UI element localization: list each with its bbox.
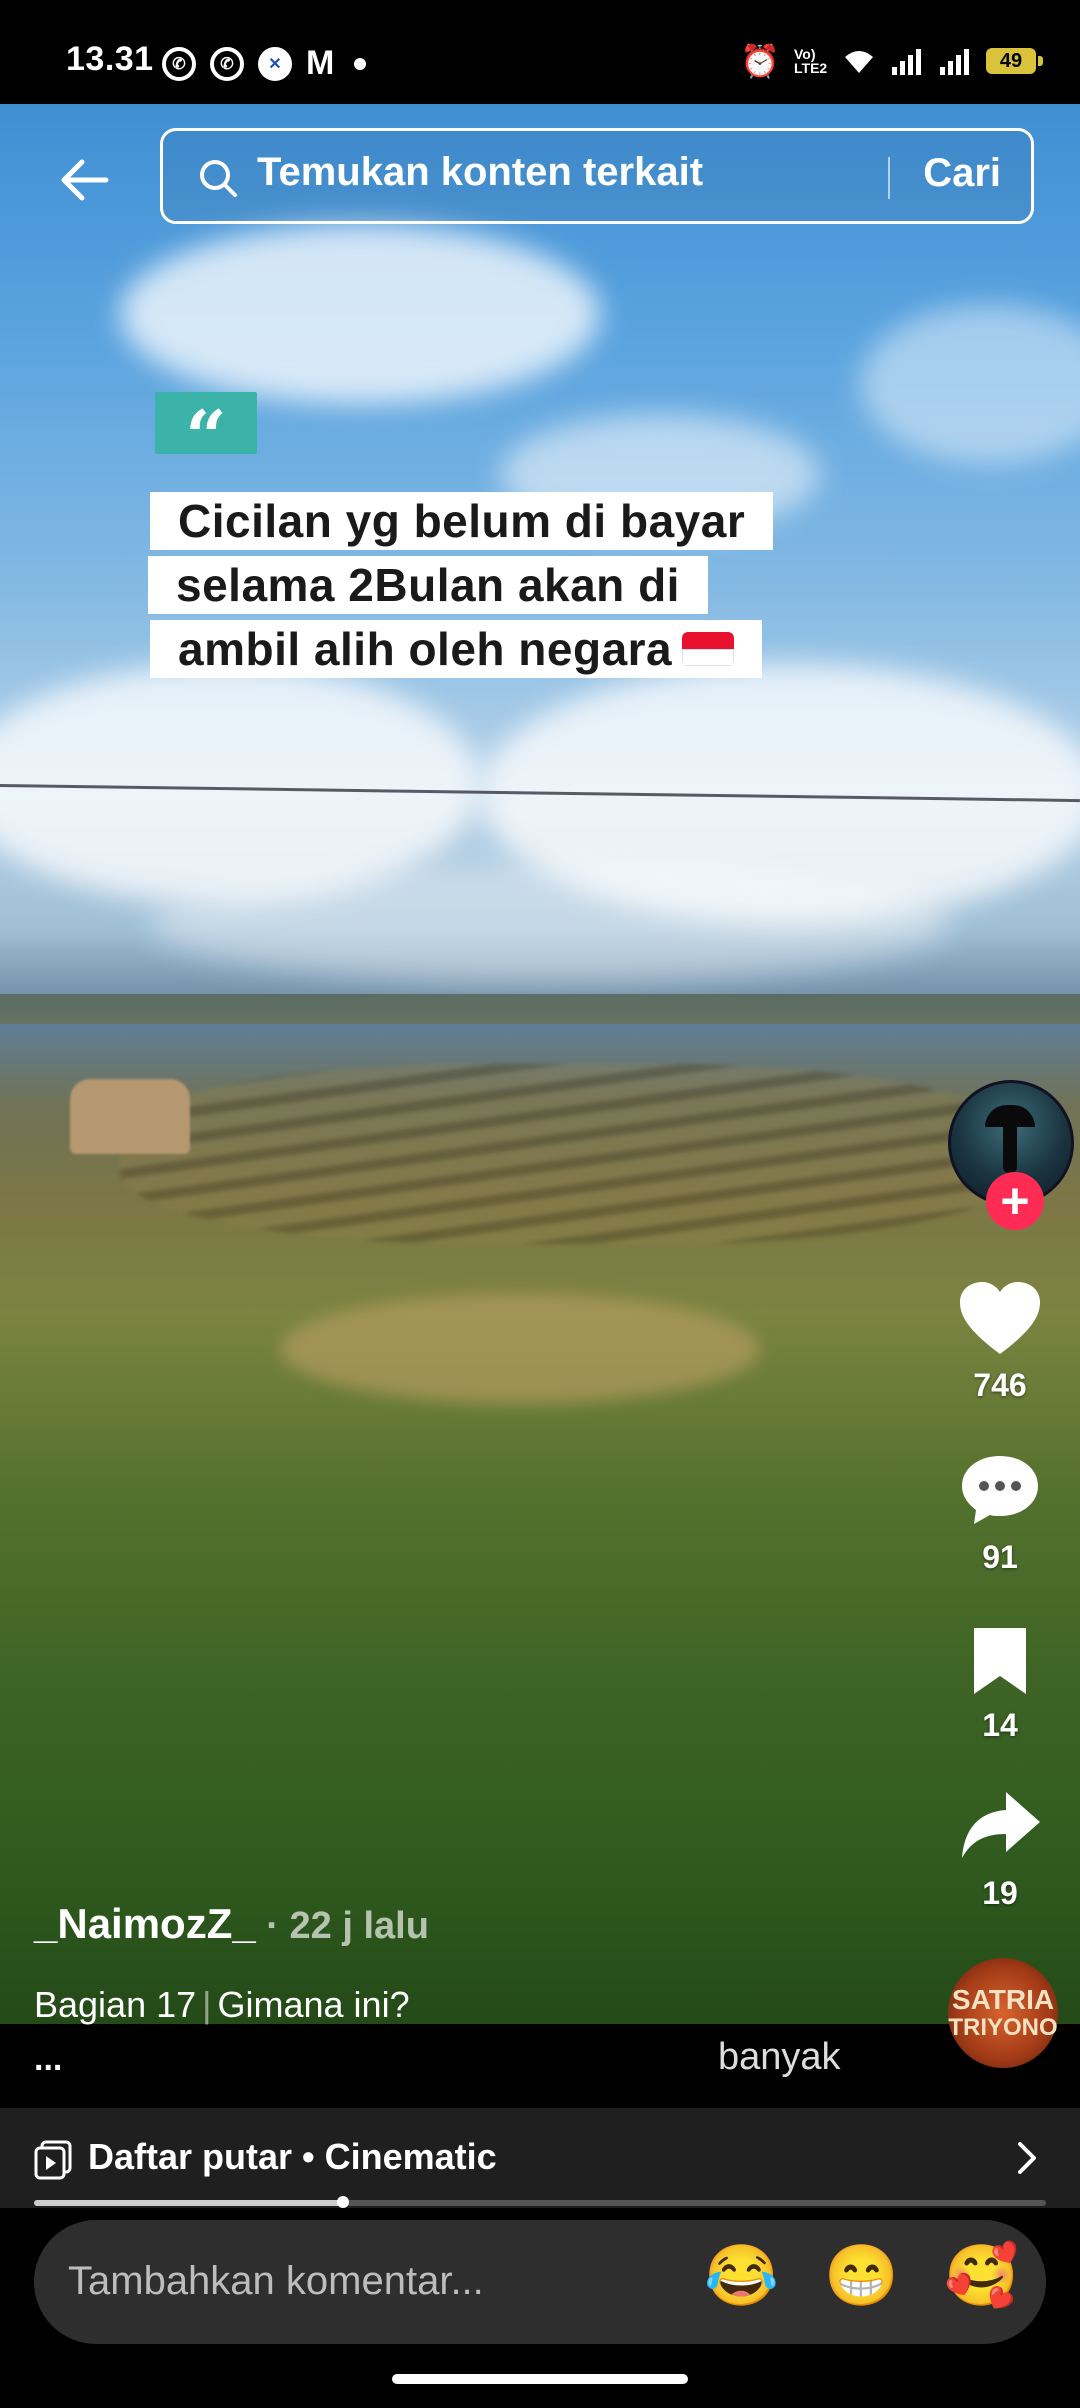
comment-icon [962, 1456, 1038, 1524]
top-bar: Cari [0, 104, 1080, 254]
description-separator: | [202, 1984, 212, 2025]
post-time: · 22 j lalu [255, 1905, 429, 1947]
quote-badge: “ [155, 392, 257, 473]
quote-mark: “ [185, 394, 227, 479]
app-notification-icon: ✕ [258, 46, 292, 81]
chevron-right-icon [1018, 2142, 1036, 2174]
description-strip [0, 2024, 1080, 2108]
post-description[interactable]: Bagian 17 | Gimana ini? [34, 1984, 410, 2026]
alarm-icon: ⏰ [740, 43, 780, 79]
comment-input[interactable] [66, 2258, 670, 2305]
search-icon [200, 160, 237, 197]
heart-icon [960, 1282, 1040, 1354]
save-button[interactable]: 14 [920, 1624, 1080, 1744]
post-meta: _NaimozZ_ · 22 j lalu [34, 1900, 429, 1948]
like-count: 746 [973, 1367, 1027, 1403]
music-disc-line-1: SATRIA [951, 1984, 1055, 2015]
progress-fill [34, 2200, 343, 2206]
more-ellipsis[interactable]: ... [34, 2040, 62, 2079]
playlist-bar[interactable]: Daftar putar • Cinematic [0, 2108, 1080, 2210]
follow-plus-button[interactable]: + [986, 1172, 1044, 1230]
share-arrow-icon [962, 1792, 1040, 1858]
home-indicator[interactable] [392, 2374, 688, 2384]
more-notifications-dot [354, 57, 367, 70]
subtitle-word: banyak [718, 2036, 841, 2078]
status-time: 13.31 [66, 40, 154, 78]
comment-button[interactable]: 91 [920, 1452, 1080, 1576]
status-bar: 13.31 ✆ ✆ ✕ M ⏰ Vo) LTE2 49 [0, 0, 1080, 104]
share-button[interactable]: 19 [920, 1788, 1080, 1912]
back-arrow-icon[interactable] [56, 152, 112, 208]
music-disc-line-2: TRIYONO [948, 2014, 1058, 2041]
emoji-grin-button[interactable]: 😁 [824, 2246, 899, 2306]
emoji-hearts-button[interactable]: 🥰 [944, 2246, 1019, 2306]
comment-count: 91 [982, 1539, 1018, 1575]
playlist-label: Daftar putar • Cinematic [88, 2136, 497, 2177]
battery-indicator: 49 [986, 48, 1043, 74]
caption-line-2: selama 2Bulan akan di [148, 556, 708, 614]
bookmark-icon [974, 1628, 1026, 1694]
cloud [150, 864, 950, 984]
indonesia-flag-icon [682, 631, 735, 666]
music-disc[interactable]: SATRIA TRIYONO [948, 1958, 1058, 2068]
cloud [860, 304, 1080, 464]
video-caption: Cicilan yg belum di bayar selama 2Bulan … [148, 492, 774, 684]
progress-knob[interactable] [336, 2196, 349, 2208]
comment-field[interactable]: 😂 😁 🥰 [34, 2220, 1046, 2344]
like-button[interactable]: 746 [920, 1280, 1080, 1404]
part-label: Bagian 17 [34, 1984, 197, 2025]
creator-username[interactable]: _NaimozZ_ [34, 1900, 256, 1947]
search-bar[interactable]: Cari [160, 128, 1034, 224]
signal-icon-2 [940, 49, 969, 75]
field-rows [120, 1064, 1020, 1244]
search-divider [888, 157, 890, 199]
avatar-figure [1003, 1117, 1017, 1173]
search-input[interactable] [255, 149, 859, 196]
wifi-icon [845, 51, 873, 73]
caption-line-3: ambil alih oleh negara [150, 620, 763, 678]
gmail-icon: M [306, 44, 335, 82]
emoji-laugh-button[interactable]: 😂 [704, 2246, 779, 2306]
search-button[interactable]: Cari [923, 151, 1001, 196]
hay-cart [70, 1079, 190, 1154]
notification-icons: ✆ ✆ ✕ M [162, 44, 367, 83]
whatsapp-icon: ✆ [162, 46, 196, 81]
share-count: 19 [982, 1875, 1018, 1911]
save-count: 14 [982, 1707, 1018, 1743]
system-icons: ⏰ Vo) LTE2 49 [740, 42, 1043, 80]
whatsapp-business-icon: ✆ [210, 46, 244, 81]
caption-line-1: Cicilan yg belum di bayar [150, 492, 774, 550]
playlist-icon [34, 2140, 72, 2180]
straw-patch [280, 1294, 760, 1404]
signal-icon [892, 49, 921, 75]
caption-line-3-text: ambil alih oleh negara [178, 623, 673, 675]
horizon [0, 994, 1080, 1024]
description-text: Gimana ini? [217, 1984, 410, 2025]
network-label: Vo) LTE2 [794, 46, 828, 76]
video-progress-bar[interactable] [34, 2196, 1046, 2208]
